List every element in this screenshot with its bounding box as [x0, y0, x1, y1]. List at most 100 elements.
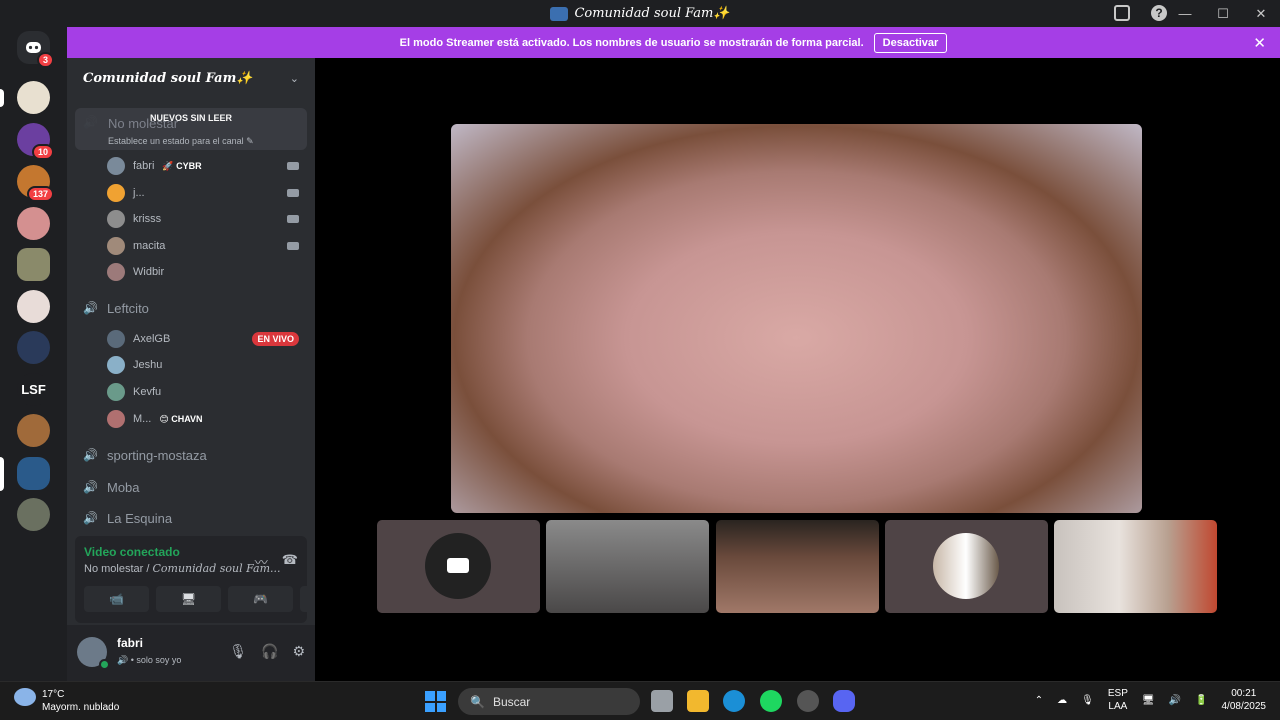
server-icon-9[interactable]	[17, 498, 50, 531]
chevron-down-icon: ⌄	[289, 72, 299, 85]
voice-user-name: macita	[133, 240, 166, 252]
voice-user[interactable]: Widbir	[67, 260, 315, 284]
server-icon-lsf[interactable]: LSF	[17, 373, 50, 406]
server-icon-2[interactable]: 10	[17, 123, 54, 160]
voice-status[interactable]: Video conectado	[84, 545, 180, 559]
speaker-icon: 🔊	[83, 301, 98, 315]
server-icon-selected[interactable]	[17, 457, 50, 490]
server-icon-5[interactable]	[17, 248, 50, 281]
channel-status-hint[interactable]: Establece un estado para el canal ✎	[108, 136, 254, 147]
channel-sporting-mostaza[interactable]: 🔊 sporting-mostaza	[67, 443, 315, 467]
activities-button[interactable]: 🎮	[228, 586, 293, 612]
server-header[interactable]: Comunidad soul Fam✨ ⌄	[67, 58, 315, 98]
voice-user[interactable]: j...	[67, 181, 315, 205]
weather-temp: 17°C	[42, 689, 65, 700]
chrome-icon[interactable]	[797, 690, 819, 712]
task-view-icon[interactable]	[651, 690, 673, 712]
camera-button[interactable]: 📹	[84, 586, 149, 612]
window-title-text: Comunidad soul Fam✨	[574, 6, 730, 21]
video-tile[interactable]	[377, 520, 540, 613]
share-screen-button[interactable]: 🖥	[156, 586, 221, 612]
volume-icon[interactable]: 🔊	[1169, 695, 1181, 706]
language-indicator[interactable]: ESP LAA	[1108, 687, 1128, 713]
deactivate-button[interactable]: Desactivar	[873, 32, 948, 53]
inbox-icon[interactable]	[1114, 5, 1130, 21]
voice-user-name: Jeshu	[133, 359, 163, 371]
video-tile[interactable]	[546, 520, 709, 613]
new-unread-popup[interactable]: No molestar NUEVOS SIN LEER Establece un…	[75, 108, 307, 150]
search-placeholder: Buscar	[492, 694, 531, 709]
channel-la-esquina[interactable]: 🔊 La Esquina	[67, 506, 315, 530]
streamer-mode-banner: El modo Streamer está activado. Los nomb…	[67, 27, 1280, 58]
video-tile[interactable]	[1054, 520, 1217, 613]
server-icon-7[interactable]	[17, 331, 50, 364]
voice-user[interactable]: fabri 🚀 CYBR	[67, 154, 315, 178]
microphone-icon[interactable]: 🎙	[229, 643, 247, 660]
clock[interactable]: 00:21 4/08/2025	[1222, 687, 1267, 713]
server-icon-6[interactable]	[17, 290, 50, 323]
network-icon[interactable]: 🖥	[1142, 695, 1155, 706]
microphone-tray-icon[interactable]: 🎙	[1081, 695, 1094, 706]
voice-user-name: j...	[133, 187, 145, 199]
video-tile[interactable]	[716, 520, 879, 613]
server-icon-1[interactable]	[17, 81, 50, 114]
voice-location[interactable]: No molestar / Comunidad soul Fam...	[84, 562, 281, 575]
video-tile[interactable]	[885, 520, 1048, 613]
focused-video[interactable]	[451, 124, 1142, 513]
avatar	[107, 210, 125, 228]
settings-gear-icon[interactable]: ⚙	[292, 643, 305, 660]
close-banner-icon[interactable]: ✕	[1253, 34, 1266, 52]
server-icon-3[interactable]: 137	[17, 165, 54, 202]
taskbar-search[interactable]: 🔍 Buscar	[458, 688, 640, 715]
clock-date: 4/08/2025	[1221, 701, 1267, 712]
voice-user[interactable]: M... 😊 CHAVN	[67, 407, 315, 431]
channel-leftcito[interactable]: 🔊 Leftcito	[67, 296, 315, 320]
noise-suppression-icon[interactable]: 〰	[255, 552, 268, 571]
voice-user-name: Kevfu	[133, 386, 162, 398]
avatar	[107, 383, 125, 401]
voice-user[interactable]: AxelGB EN VIVO	[67, 327, 315, 351]
online-status-dot	[99, 659, 110, 670]
app-window-icon	[550, 6, 569, 21]
tray-overflow-icon[interactable]: ⌃	[1035, 695, 1043, 706]
server-icon-8[interactable]	[17, 414, 50, 447]
home-button[interactable]: 3	[17, 31, 54, 68]
video-camera-icon	[447, 558, 469, 573]
server-name: Comunidad soul Fam✨	[83, 70, 253, 86]
server-badge-137: 137	[26, 186, 54, 202]
close-window-button[interactable]: ✕	[1242, 6, 1280, 22]
user-tag: 🚀 CYBR	[162, 160, 202, 171]
channel-name: Leftcito	[107, 300, 149, 316]
user-status: 🔊 • solo soy yo	[117, 655, 182, 665]
spotify-icon[interactable]	[760, 690, 782, 712]
minimize-button[interactable]: —	[1166, 6, 1204, 21]
voice-user[interactable]: Kevfu	[67, 380, 315, 404]
maximize-button[interactable]: ☐	[1204, 6, 1242, 22]
server-icon-4[interactable]	[17, 207, 50, 240]
voice-user[interactable]: Jeshu	[67, 353, 315, 377]
streamer-mode-message: El modo Streamer está activado. Los nomb…	[399, 36, 864, 49]
voice-user-name: M...	[133, 413, 152, 425]
file-explorer-icon[interactable]	[687, 690, 709, 712]
weather-widget[interactable]: 17°C Mayorm. nublado	[14, 688, 119, 714]
avatar	[107, 263, 125, 281]
avatar	[107, 330, 125, 348]
edge-browser-icon[interactable]	[723, 690, 745, 712]
channel-name: La Esquina	[107, 510, 173, 526]
channel-moba[interactable]: 🔊 Moba	[67, 475, 315, 499]
search-icon: 🔍	[470, 694, 485, 709]
battery-icon[interactable]: 🔋	[1195, 695, 1207, 706]
camera-icon	[287, 189, 299, 197]
locked-speaker-icon: 🔊	[83, 448, 98, 462]
window-titlebar: Comunidad soul Fam✨ ? — ☐ ✕	[0, 0, 1280, 27]
windows-start-icon[interactable]	[425, 691, 446, 712]
disconnect-icon[interactable]: ☎	[282, 552, 298, 571]
help-icon[interactable]: ?	[1151, 5, 1167, 21]
user-name[interactable]: fabri	[117, 636, 143, 650]
voice-user[interactable]: krisss	[67, 207, 315, 231]
voice-user[interactable]: macita	[67, 234, 315, 258]
voice-connection-panel: Video conectado No molestar / Comunidad …	[75, 536, 365, 623]
discord-taskbar-icon[interactable]	[833, 690, 855, 712]
onedrive-icon[interactable]: ☁	[1057, 695, 1067, 706]
headphones-icon[interactable]: 🎧	[261, 643, 278, 660]
